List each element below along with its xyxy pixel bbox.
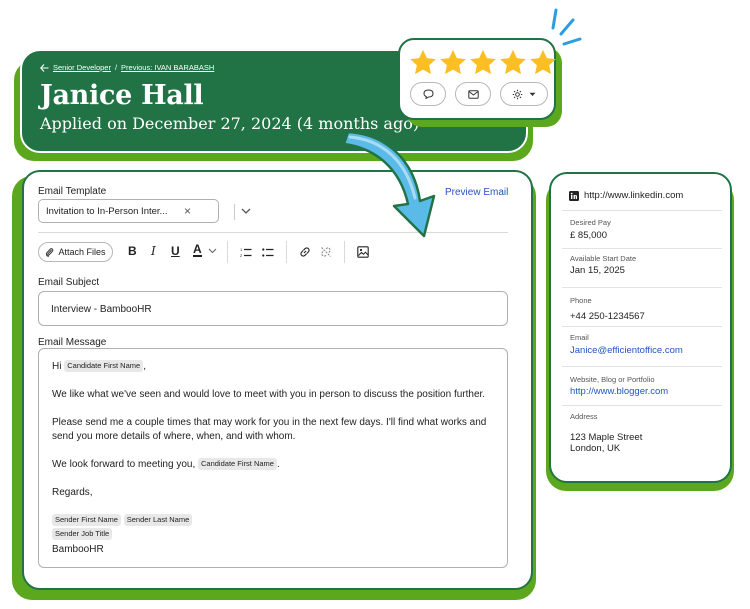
star-icon[interactable] xyxy=(438,48,468,78)
toolbar-separator xyxy=(227,241,228,263)
message-signature-line: Sender First Name Sender Last Name xyxy=(52,514,193,528)
chevron-down-icon[interactable] xyxy=(208,248,217,254)
toolbar-separator xyxy=(286,241,287,263)
message-greeting-line: Hi Candidate First Name, xyxy=(52,360,146,374)
message-company: BambooHR xyxy=(52,544,104,555)
image-icon[interactable] xyxy=(357,246,369,258)
start-date-value: Jan 15, 2025 xyxy=(570,265,625,276)
comment-icon xyxy=(422,89,434,99)
email-template-value: Invitation to In-Person Inter... xyxy=(46,206,168,217)
start-date-label: Available Start Date xyxy=(570,254,637,263)
mail-icon xyxy=(467,89,479,99)
gear-icon xyxy=(512,89,523,99)
breadcrumb-separator: / xyxy=(114,63,118,72)
paragraph-3-end: . xyxy=(276,459,280,470)
underline-button[interactable]: U xyxy=(171,244,180,258)
paragraph-3-text: We look forward to meeting you, xyxy=(52,459,196,470)
message-paragraph-2b: send you more details of where, when, an… xyxy=(52,431,296,442)
divider xyxy=(562,366,722,367)
linkedin-icon xyxy=(569,191,579,201)
arrow-left-icon[interactable] xyxy=(40,63,49,72)
message-title-line: Sender Job Title xyxy=(52,528,113,542)
email-template-label: Email Template xyxy=(38,186,107,197)
star-icon[interactable] xyxy=(498,48,528,78)
email-message-editor[interactable]: Hi Candidate First Name, We like what we… xyxy=(38,348,508,568)
attach-files-button[interactable]: Attach Files xyxy=(38,242,113,262)
paperclip-icon xyxy=(46,247,54,257)
email-message-label: Email Message xyxy=(38,337,107,348)
address-label: Address xyxy=(570,412,598,421)
desired-pay-label: Desired Pay xyxy=(570,218,611,227)
placeholder-token[interactable]: Sender First Name xyxy=(52,514,121,526)
attach-files-label: Attach Files xyxy=(58,247,106,257)
sparkle-decoration xyxy=(551,8,582,46)
divider xyxy=(562,248,722,249)
star-icon[interactable] xyxy=(468,48,498,78)
greeting-text: Hi xyxy=(52,361,62,372)
divider xyxy=(562,326,722,327)
font-color-button[interactable]: A xyxy=(193,243,202,257)
unlink-icon[interactable] xyxy=(320,246,332,258)
placeholder-token[interactable]: Candidate First Name xyxy=(64,360,144,372)
email-template-select[interactable]: Invitation to In-Person Inter... × xyxy=(38,199,251,223)
greeting-end: , xyxy=(143,361,146,372)
settings-menu-button[interactable] xyxy=(500,82,548,106)
placeholder-token[interactable]: Sender Last Name xyxy=(123,514,193,526)
placeholder-token[interactable]: Candidate First Name xyxy=(198,458,277,470)
website-link[interactable]: http://www.blogger.com xyxy=(570,386,668,397)
divider xyxy=(562,210,722,211)
message-paragraph-1: We like what we've seen and would love t… xyxy=(52,389,486,400)
chevron-down-icon[interactable] xyxy=(241,205,251,217)
message-paragraph-3: We look forward to meeting you, Candidat… xyxy=(52,458,280,472)
linkedin-url[interactable]: http://www.linkedin.com xyxy=(584,190,683,201)
email-subject-value: Interview - BambooHR xyxy=(51,304,152,315)
numbered-list-icon[interactable]: 12 xyxy=(240,247,252,258)
italic-button[interactable]: I xyxy=(151,244,156,258)
svg-text:2: 2 xyxy=(240,253,243,258)
desired-pay-value: £ 85,000 xyxy=(570,230,607,241)
email-link[interactable]: Janice@efficientoffice.com xyxy=(570,345,683,356)
toolbar-separator xyxy=(344,241,345,263)
email-subject-input[interactable]: Interview - BambooHR xyxy=(38,291,508,326)
divider xyxy=(562,405,722,406)
address-line-1: 123 Maple Street xyxy=(570,432,643,443)
svg-text:1: 1 xyxy=(240,247,243,252)
breadcrumb-previous-link[interactable]: Previous: IVAN BARABASH xyxy=(121,63,214,72)
address-line-2: London, UK xyxy=(570,443,621,454)
divider xyxy=(562,287,722,288)
website-label: Website, Blog or Portfolio xyxy=(570,375,655,384)
message-regards: Regards, xyxy=(52,487,93,498)
star-icon[interactable] xyxy=(528,48,558,78)
bold-button[interactable]: B xyxy=(128,244,137,258)
email-subject-label: Email Subject xyxy=(38,277,100,288)
phone-label: Phone xyxy=(570,296,592,305)
breadcrumb-job-link[interactable]: Senior Developer xyxy=(53,63,111,72)
callout-arrow-decoration xyxy=(342,130,436,238)
star-icon[interactable] xyxy=(408,48,438,78)
breadcrumb: Senior Developer / Previous: IVAN BARABA… xyxy=(40,63,214,72)
email-label: Email xyxy=(570,333,589,342)
select-divider xyxy=(234,204,235,220)
bullet-list-icon[interactable] xyxy=(262,247,274,258)
email-button[interactable] xyxy=(455,82,491,106)
comment-button[interactable] xyxy=(410,82,446,106)
message-paragraph-2a: Please send me a couple times that may w… xyxy=(52,417,487,428)
close-icon[interactable]: × xyxy=(184,204,191,218)
phone-value: +44 250-1234567 xyxy=(570,311,645,322)
chevron-down-icon xyxy=(529,92,536,96)
preview-email-link[interactable]: Preview Email xyxy=(445,187,508,198)
star-rating[interactable] xyxy=(408,48,558,78)
link-icon[interactable] xyxy=(299,246,311,258)
placeholder-token[interactable]: Sender Job Title xyxy=(52,528,113,540)
candidate-name: Janice Hall xyxy=(40,80,204,111)
